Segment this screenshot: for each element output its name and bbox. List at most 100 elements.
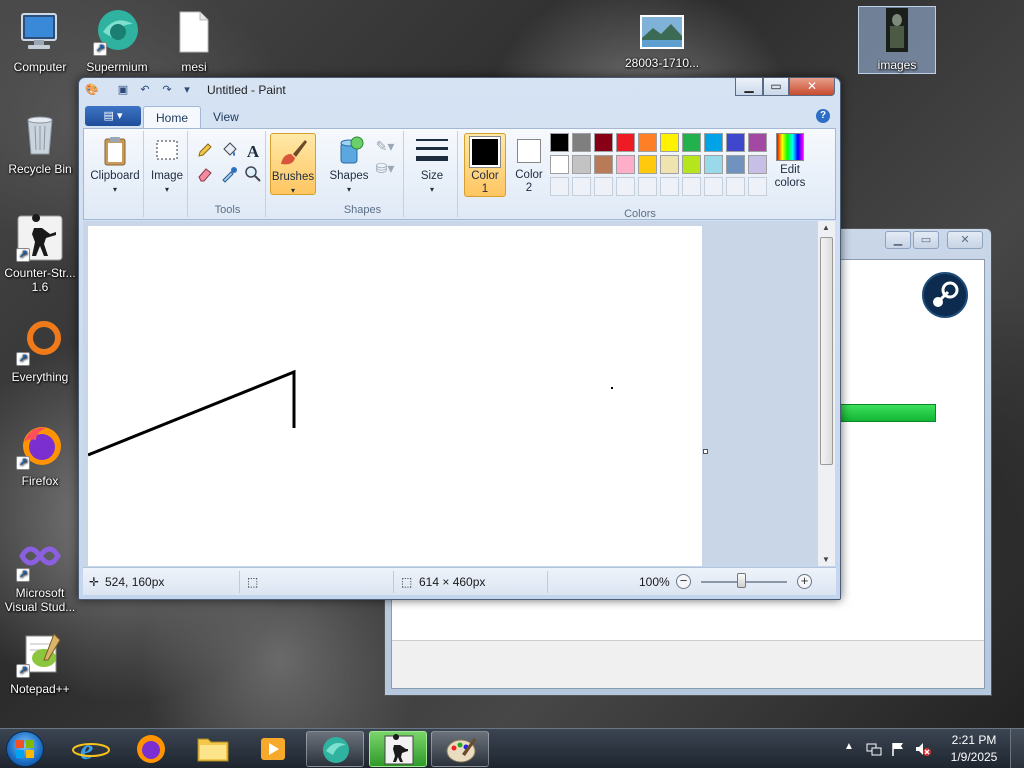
palette-custom-swatch[interactable] [726,177,745,196]
palette-custom-swatch[interactable] [748,177,767,196]
close-button[interactable]: ✕ [947,231,983,249]
palette-swatch[interactable] [748,133,767,152]
color1-button[interactable]: Color 1 [464,133,506,197]
color-picker-icon[interactable] [218,165,240,187]
palette-custom-swatch[interactable] [594,177,613,196]
palette-swatch[interactable] [572,155,591,174]
palette-swatch[interactable] [704,155,723,174]
clock-date[interactable]: 1/9/2025 [940,750,1008,764]
palette-swatch[interactable] [594,155,613,174]
tab-home[interactable]: Home [143,106,202,128]
desktop-icon-firefox[interactable]: ↗ Firefox [2,422,78,488]
desktop-icon-supermium[interactable]: ↗ Supermium [79,8,155,74]
fill-icon[interactable] [218,141,240,163]
tab-view[interactable]: View [201,106,251,128]
palette-swatch[interactable] [660,133,679,152]
palette-custom-swatch[interactable] [660,177,679,196]
paint-window[interactable]: 🎨 ▣ ↶ ↷ ▾ Untitled - Paint ▁ ▭ ✕ ▤ ▾ Hom… [78,77,841,600]
maximize-button[interactable]: ▭ [763,78,789,96]
palette-custom-swatch[interactable] [616,177,635,196]
palette-custom-swatch[interactable] [572,177,591,196]
edit-colors-button[interactable]: Edit colors [770,133,810,190]
color2-button[interactable]: Color 2 [508,133,550,197]
clock-time[interactable]: 2:21 PM [940,733,1008,747]
palette-swatch[interactable] [550,133,569,152]
zoom-slider-thumb[interactable] [737,573,746,588]
redo-icon[interactable]: ↷ [159,82,175,98]
size-button[interactable]: Size ▾ [410,135,454,196]
desktop-icon-label-line2: Visual Stud... [4,600,76,614]
taskbar-supermium[interactable] [306,731,364,767]
taskbar-counter-strike[interactable] [369,731,427,767]
maximize-button[interactable]: ▭ [913,231,939,249]
magnifier-icon[interactable] [242,165,264,187]
palette-swatch[interactable] [748,155,767,174]
scrollbar-thumb[interactable] [820,237,833,465]
desktop-icon-recycle-bin[interactable]: Recycle Bin [2,110,78,176]
palette-custom-swatch[interactable] [550,177,569,196]
desktop-icon-images[interactable]: images [858,6,936,74]
fill-style-icon[interactable]: ⛁▾ [374,157,396,179]
clipboard-button[interactable]: Clipboard ▾ [89,135,141,196]
palette-swatch[interactable] [594,133,613,152]
paint-menu-button[interactable]: ▤ ▾ [85,106,141,126]
ribbon-tabs: ▤ ▾ Home View ? [83,104,836,128]
help-icon[interactable]: ? [816,109,830,123]
desktop-icon-image-file[interactable]: 28003-1710... [620,14,704,70]
zoom-in-button[interactable]: + [797,574,812,589]
text-icon[interactable]: A [242,141,264,163]
image-button[interactable]: Image ▾ [146,135,188,196]
palette-swatch[interactable] [682,133,701,152]
close-button[interactable]: ✕ [789,78,835,96]
palette-swatch[interactable] [638,133,657,152]
palette-swatch[interactable] [616,155,635,174]
palette-swatch[interactable] [704,133,723,152]
brushes-button[interactable]: Brushes ▾ [270,133,316,195]
desktop-icon-counter-strike[interactable]: ↗ Counter-Str... 1.6 [2,214,78,294]
taskbar-paint[interactable] [431,731,489,767]
palette-swatch[interactable] [726,155,745,174]
palette-custom-swatch[interactable] [704,177,723,196]
palette-swatch[interactable] [572,133,591,152]
scroll-up-icon[interactable]: ▲ [822,223,830,232]
palette-swatch[interactable] [616,133,635,152]
network-icon[interactable] [866,741,882,757]
desktop-icon-visual-studio[interactable]: ↗ Microsoft Visual Stud... [0,534,80,614]
taskbar-file-explorer[interactable] [184,731,242,767]
palette-custom-swatch[interactable] [682,177,701,196]
customize-quick-access-icon[interactable]: ▾ [179,82,195,98]
undo-icon[interactable]: ↶ [137,82,153,98]
desktop-icon-everything[interactable]: ↗ Everything [2,318,78,384]
palette-swatch[interactable] [682,155,701,174]
volume-muted-icon[interactable] [914,741,932,757]
desktop-icon-notepad-plus-plus[interactable]: ↗ Notepad++ [2,630,78,696]
action-center-flag-icon[interactable] [890,741,906,757]
canvas-resize-handle[interactable] [703,449,708,454]
zoom-out-button[interactable]: − [676,574,691,589]
vertical-scrollbar[interactable]: ▲ ▼ [817,221,835,566]
shapes-button[interactable]: Shapes ▾ [326,135,372,196]
save-icon[interactable]: ▣ [115,82,131,98]
show-desktop-button[interactable] [1010,729,1024,768]
minimize-button[interactable]: ▁ [735,78,763,96]
start-button[interactable] [6,731,44,767]
drawing-canvas[interactable] [87,226,702,566]
palette-swatch[interactable] [660,155,679,174]
taskbar-internet-explorer[interactable]: e [62,731,120,767]
pencil-icon[interactable] [194,141,216,163]
show-hidden-icons-button[interactable]: ▲ [844,741,854,752]
select-icon [151,135,183,167]
eraser-icon[interactable] [194,165,216,187]
minimize-button[interactable]: ▁ [885,231,911,249]
scroll-down-icon[interactable]: ▼ [822,555,830,564]
outline-icon[interactable]: ✎▾ [374,135,396,157]
palette-swatch[interactable] [638,155,657,174]
title-bar[interactable]: 🎨 ▣ ↶ ↷ ▾ Untitled - Paint ▁ ▭ ✕ [79,78,840,102]
palette-custom-swatch[interactable] [638,177,657,196]
desktop-icon-computer[interactable]: Computer [2,8,78,74]
desktop-icon-mesi[interactable]: mesi [156,8,232,74]
palette-swatch[interactable] [550,155,569,174]
palette-swatch[interactable] [726,133,745,152]
taskbar-firefox[interactable] [122,731,180,767]
taskbar-media-player[interactable] [244,731,302,767]
